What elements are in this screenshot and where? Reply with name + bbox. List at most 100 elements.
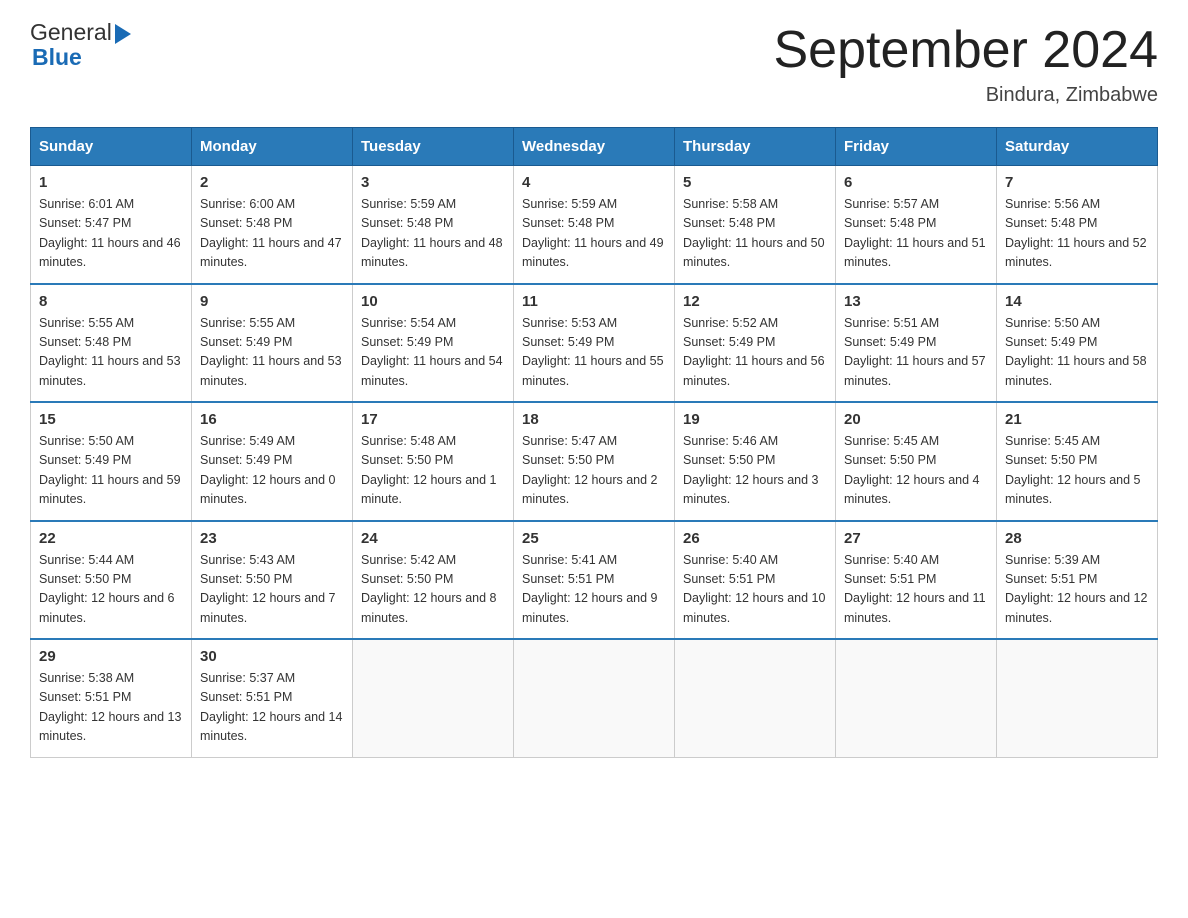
day-info: Sunrise: 5:52 AMSunset: 5:49 PMDaylight:…	[683, 314, 827, 392]
calendar-cell: 15 Sunrise: 5:50 AMSunset: 5:49 PMDayligh…	[31, 402, 192, 521]
calendar-cell: 26 Sunrise: 5:40 AMSunset: 5:51 PMDayligh…	[675, 521, 836, 640]
day-info: Sunrise: 5:42 AMSunset: 5:50 PMDaylight:…	[361, 551, 505, 629]
calendar-cell: 9 Sunrise: 5:55 AMSunset: 5:49 PMDaylight…	[192, 284, 353, 403]
day-info: Sunrise: 5:37 AMSunset: 5:51 PMDaylight:…	[200, 669, 344, 747]
day-info: Sunrise: 5:43 AMSunset: 5:50 PMDaylight:…	[200, 551, 344, 629]
day-info: Sunrise: 5:59 AMSunset: 5:48 PMDaylight:…	[361, 195, 505, 273]
calendar-cell: 24Sunrise: 5:42 AMSunset: 5:50 PMDayligh…	[353, 521, 514, 640]
col-header-monday: Monday	[192, 128, 353, 166]
day-number: 29	[39, 648, 183, 665]
calendar-cell: 23 Sunrise: 5:43 AMSunset: 5:50 PMDayligh…	[192, 521, 353, 640]
day-info: Sunrise: 5:44 AMSunset: 5:50 PMDaylight:…	[39, 551, 183, 629]
day-number: 28	[1005, 530, 1149, 547]
col-header-friday: Friday	[836, 128, 997, 166]
day-info: Sunrise: 5:46 AMSunset: 5:50 PMDaylight:…	[683, 432, 827, 510]
calendar-cell: 25 Sunrise: 5:41 AMSunset: 5:51 PMDayligh…	[514, 521, 675, 640]
day-number: 17	[361, 411, 505, 428]
calendar-cell: 13 Sunrise: 5:51 AMSunset: 5:49 PMDayligh…	[836, 284, 997, 403]
calendar-cell: 8 Sunrise: 5:55 AMSunset: 5:48 PMDaylight…	[31, 284, 192, 403]
title-section: September 2024 Bindura, Zimbabwe	[774, 20, 1159, 107]
calendar-cell: 29 Sunrise: 5:38 AMSunset: 5:51 PMDayligh…	[31, 639, 192, 757]
day-number: 8	[39, 293, 183, 310]
calendar-cell: 12 Sunrise: 5:52 AMSunset: 5:49 PMDayligh…	[675, 284, 836, 403]
day-info: Sunrise: 5:45 AMSunset: 5:50 PMDaylight:…	[1005, 432, 1149, 510]
day-number: 10	[361, 293, 505, 310]
day-number: 1	[39, 174, 183, 191]
day-info: Sunrise: 5:45 AMSunset: 5:50 PMDaylight:…	[844, 432, 988, 510]
day-info: Sunrise: 5:50 AMSunset: 5:49 PMDaylight:…	[1005, 314, 1149, 392]
calendar-cell: 6 Sunrise: 5:57 AMSunset: 5:48 PMDaylight…	[836, 166, 997, 284]
calendar-cell: 3 Sunrise: 5:59 AMSunset: 5:48 PMDaylight…	[353, 166, 514, 284]
logo: General Blue	[30, 20, 131, 71]
day-info: Sunrise: 5:59 AMSunset: 5:48 PMDaylight:…	[522, 195, 666, 273]
day-info: Sunrise: 5:38 AMSunset: 5:51 PMDaylight:…	[39, 669, 183, 747]
col-header-wednesday: Wednesday	[514, 128, 675, 166]
calendar-cell	[997, 639, 1158, 757]
day-info: Sunrise: 5:48 AMSunset: 5:50 PMDaylight:…	[361, 432, 505, 510]
calendar-cell: 2 Sunrise: 6:00 AMSunset: 5:48 PMDaylight…	[192, 166, 353, 284]
day-info: Sunrise: 5:56 AMSunset: 5:48 PMDaylight:…	[1005, 195, 1149, 273]
calendar-cell: 18 Sunrise: 5:47 AMSunset: 5:50 PMDayligh…	[514, 402, 675, 521]
day-number: 13	[844, 293, 988, 310]
day-info: Sunrise: 5:40 AMSunset: 5:51 PMDaylight:…	[683, 551, 827, 629]
day-number: 11	[522, 293, 666, 310]
calendar-week-row: 22Sunrise: 5:44 AMSunset: 5:50 PMDayligh…	[31, 521, 1158, 640]
day-number: 9	[200, 293, 344, 310]
day-number: 16	[200, 411, 344, 428]
day-number: 27	[844, 530, 988, 547]
day-number: 12	[683, 293, 827, 310]
day-info: Sunrise: 5:57 AMSunset: 5:48 PMDaylight:…	[844, 195, 988, 273]
day-number: 19	[683, 411, 827, 428]
day-info: Sunrise: 5:49 AMSunset: 5:49 PMDaylight:…	[200, 432, 344, 510]
calendar-cell: 5 Sunrise: 5:58 AMSunset: 5:48 PMDaylight…	[675, 166, 836, 284]
day-number: 18	[522, 411, 666, 428]
day-info: Sunrise: 5:50 AMSunset: 5:49 PMDaylight:…	[39, 432, 183, 510]
day-number: 5	[683, 174, 827, 191]
calendar-cell: 4Sunrise: 5:59 AMSunset: 5:48 PMDaylight…	[514, 166, 675, 284]
calendar-week-row: 29 Sunrise: 5:38 AMSunset: 5:51 PMDayligh…	[31, 639, 1158, 757]
calendar-cell: 11 Sunrise: 5:53 AMSunset: 5:49 PMDayligh…	[514, 284, 675, 403]
day-number: 30	[200, 648, 344, 665]
calendar-cell	[353, 639, 514, 757]
day-number: 26	[683, 530, 827, 547]
col-header-tuesday: Tuesday	[353, 128, 514, 166]
calendar-cell: 30 Sunrise: 5:37 AMSunset: 5:51 PMDayligh…	[192, 639, 353, 757]
day-info: Sunrise: 5:58 AMSunset: 5:48 PMDaylight:…	[683, 195, 827, 273]
calendar-table: SundayMondayTuesdayWednesdayThursdayFrid…	[30, 127, 1158, 758]
location-subtitle: Bindura, Zimbabwe	[774, 84, 1159, 107]
day-info: Sunrise: 5:51 AMSunset: 5:49 PMDaylight:…	[844, 314, 988, 392]
day-info: Sunrise: 5:40 AMSunset: 5:51 PMDaylight:…	[844, 551, 988, 629]
day-number: 2	[200, 174, 344, 191]
day-info: Sunrise: 5:53 AMSunset: 5:49 PMDaylight:…	[522, 314, 666, 392]
day-info: Sunrise: 5:55 AMSunset: 5:49 PMDaylight:…	[200, 314, 344, 392]
calendar-week-row: 15 Sunrise: 5:50 AMSunset: 5:49 PMDayligh…	[31, 402, 1158, 521]
calendar-cell: 21Sunrise: 5:45 AMSunset: 5:50 PMDayligh…	[997, 402, 1158, 521]
calendar-cell: 22Sunrise: 5:44 AMSunset: 5:50 PMDayligh…	[31, 521, 192, 640]
day-info: Sunrise: 5:54 AMSunset: 5:49 PMDaylight:…	[361, 314, 505, 392]
col-header-saturday: Saturday	[997, 128, 1158, 166]
day-number: 14	[1005, 293, 1149, 310]
day-number: 3	[361, 174, 505, 191]
day-number: 25	[522, 530, 666, 547]
day-number: 6	[844, 174, 988, 191]
day-info: Sunrise: 5:47 AMSunset: 5:50 PMDaylight:…	[522, 432, 666, 510]
calendar-cell: 10 Sunrise: 5:54 AMSunset: 5:49 PMDayligh…	[353, 284, 514, 403]
day-info: Sunrise: 6:00 AMSunset: 5:48 PMDaylight:…	[200, 195, 344, 273]
logo-blue-text: Blue	[32, 45, 131, 70]
day-number: 15	[39, 411, 183, 428]
page-header: General Blue September 2024 Bindura, Zim…	[30, 20, 1158, 107]
day-number: 23	[200, 530, 344, 547]
logo-arrow-icon	[115, 24, 131, 44]
calendar-cell: 19 Sunrise: 5:46 AMSunset: 5:50 PMDayligh…	[675, 402, 836, 521]
calendar-cell: 20 Sunrise: 5:45 AMSunset: 5:50 PMDayligh…	[836, 402, 997, 521]
calendar-cell: 28Sunrise: 5:39 AMSunset: 5:51 PMDayligh…	[997, 521, 1158, 640]
calendar-cell: 7 Sunrise: 5:56 AMSunset: 5:48 PMDaylight…	[997, 166, 1158, 284]
calendar-cell	[675, 639, 836, 757]
day-number: 20	[844, 411, 988, 428]
calendar-cell: 1Sunrise: 6:01 AMSunset: 5:47 PMDaylight…	[31, 166, 192, 284]
day-info: Sunrise: 5:41 AMSunset: 5:51 PMDaylight:…	[522, 551, 666, 629]
logo-general-text: General	[30, 20, 112, 45]
day-info: Sunrise: 5:55 AMSunset: 5:48 PMDaylight:…	[39, 314, 183, 392]
day-number: 7	[1005, 174, 1149, 191]
col-header-thursday: Thursday	[675, 128, 836, 166]
